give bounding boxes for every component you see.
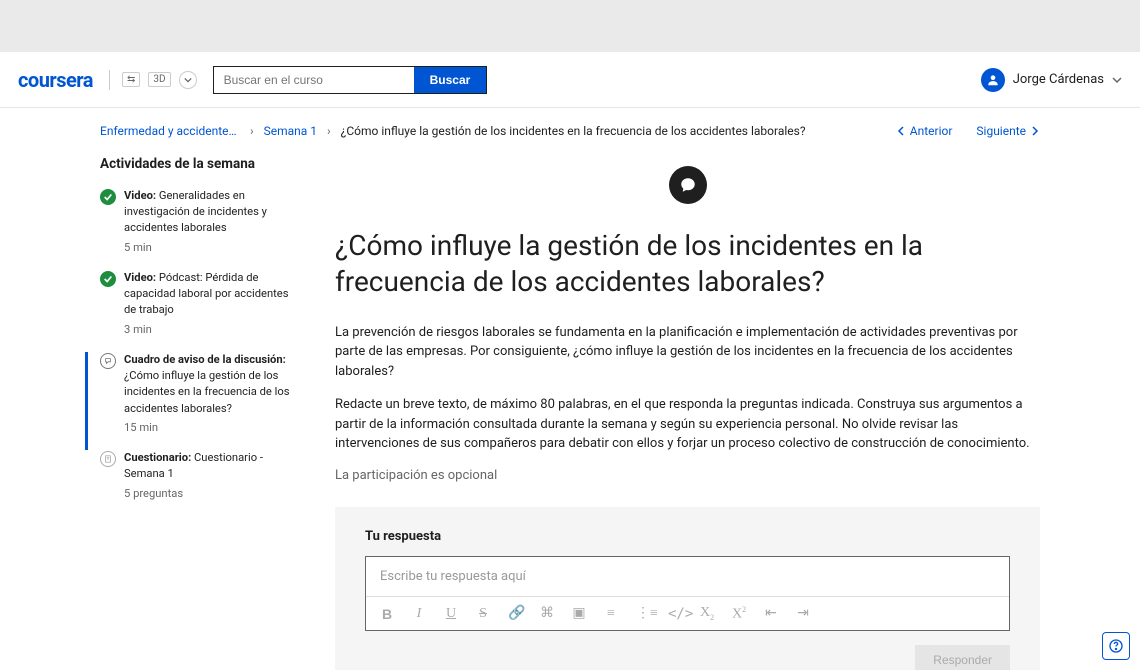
strikethrough-icon[interactable]: S <box>476 606 490 622</box>
chevron-left-icon <box>896 126 906 136</box>
user-menu[interactable]: Jorge Cárdenas <box>981 68 1122 92</box>
bullet-list-icon[interactable]: ≡ <box>604 606 618 622</box>
number-list-icon[interactable]: ⋮≡ <box>636 605 650 622</box>
response-editor[interactable]: Escribe tu respuesta aquí B I U S 🔗 ⌘ ▣ … <box>365 556 1010 632</box>
indent-icon[interactable]: ⇥ <box>796 605 810 622</box>
crumb-current: ¿Cómo influye la gestión de los incident… <box>341 124 806 138</box>
quiz-icon <box>100 451 116 467</box>
lang-icon[interactable]: ⇆ <box>122 72 140 87</box>
link-icon[interactable]: 🔗 <box>508 605 522 622</box>
chevron-right-icon: › <box>327 124 331 138</box>
next-link[interactable]: Siguiente <box>976 124 1040 138</box>
activity-item-video-1[interactable]: Video: Generalidades en investigación de… <box>100 188 295 270</box>
help-button[interactable] <box>1102 632 1130 660</box>
user-name: Jorge Cárdenas <box>1013 72 1104 87</box>
italic-icon[interactable]: I <box>412 606 426 622</box>
search-input[interactable] <box>214 67 414 93</box>
crumb-week[interactable]: Semana 1 <box>264 124 317 138</box>
chevron-down-icon[interactable] <box>179 71 197 89</box>
sidebar-heading: Actividades de la semana <box>100 156 295 172</box>
bold-icon[interactable]: B <box>380 606 394 622</box>
chevron-right-icon: › <box>250 124 254 138</box>
activity-item-quiz[interactable]: Cuestionario: Cuestionario - Semana 1 5 … <box>100 450 295 516</box>
header-options: ⇆ 3D <box>122 71 197 89</box>
chevron-down-icon <box>1112 75 1122 85</box>
avatar <box>981 68 1005 92</box>
check-icon <box>100 271 116 287</box>
discussion-bubble-icon <box>669 166 707 204</box>
underline-icon[interactable]: U <box>444 606 458 622</box>
outdent-icon[interactable]: ⇤ <box>764 605 778 622</box>
discussion-instructions: Redacte un breve texto, de máximo 80 pal… <box>335 395 1040 454</box>
divider <box>109 70 110 90</box>
chevron-right-icon <box>1030 126 1040 136</box>
editor-toolbar: B I U S 🔗 ⌘ ▣ ≡ ⋮≡ </> X2 X2 ⇤ <box>366 597 1009 631</box>
response-box: Tu respuesta Escribe tu respuesta aquí B… <box>335 507 1040 670</box>
image-icon[interactable]: ▣ <box>572 605 586 622</box>
search-form: Buscar <box>213 66 488 94</box>
discussion-main: ¿Cómo influye la gestión de los incident… <box>335 156 1040 670</box>
breadcrumb: Enfermedad y accidentes labora… › Semana… <box>100 124 806 138</box>
prev-link[interactable]: Anterior <box>896 124 953 138</box>
app-header: coursera ⇆ 3D Buscar Jorge Cárdenas <box>0 52 1140 108</box>
optional-note: La participación es opcional <box>335 468 1040 483</box>
crumb-course[interactable]: Enfermedad y accidentes labora… <box>100 124 240 138</box>
discussion-icon <box>100 353 116 369</box>
a11y-icon[interactable]: 3D <box>148 72 170 87</box>
search-button[interactable]: Buscar <box>414 67 487 93</box>
submit-response-button[interactable]: Responder <box>915 645 1010 670</box>
discussion-title: ¿Cómo influye la gestión de los incident… <box>335 228 1040 301</box>
discussion-intro: La prevención de riesgos laborales se fu… <box>335 323 1040 382</box>
activity-item-video-2[interactable]: Video: Pódcast: Pérdida de capacidad lab… <box>100 270 295 352</box>
check-icon <box>100 189 116 205</box>
response-heading: Tu respuesta <box>365 529 1010 544</box>
superscript-icon[interactable]: X2 <box>732 605 746 623</box>
week-activities-sidebar: Actividades de la semana Video: Generali… <box>100 156 295 670</box>
code-icon[interactable]: </> <box>668 606 682 622</box>
code-block-icon[interactable]: ⌘ <box>540 605 554 622</box>
coursera-logo[interactable]: coursera <box>18 68 93 92</box>
activity-item-discussion[interactable]: Cuadro de aviso de la discusión: ¿Cómo i… <box>85 352 295 450</box>
subscript-icon[interactable]: X2 <box>700 605 714 622</box>
editor-placeholder[interactable]: Escribe tu respuesta aquí <box>366 557 1009 597</box>
